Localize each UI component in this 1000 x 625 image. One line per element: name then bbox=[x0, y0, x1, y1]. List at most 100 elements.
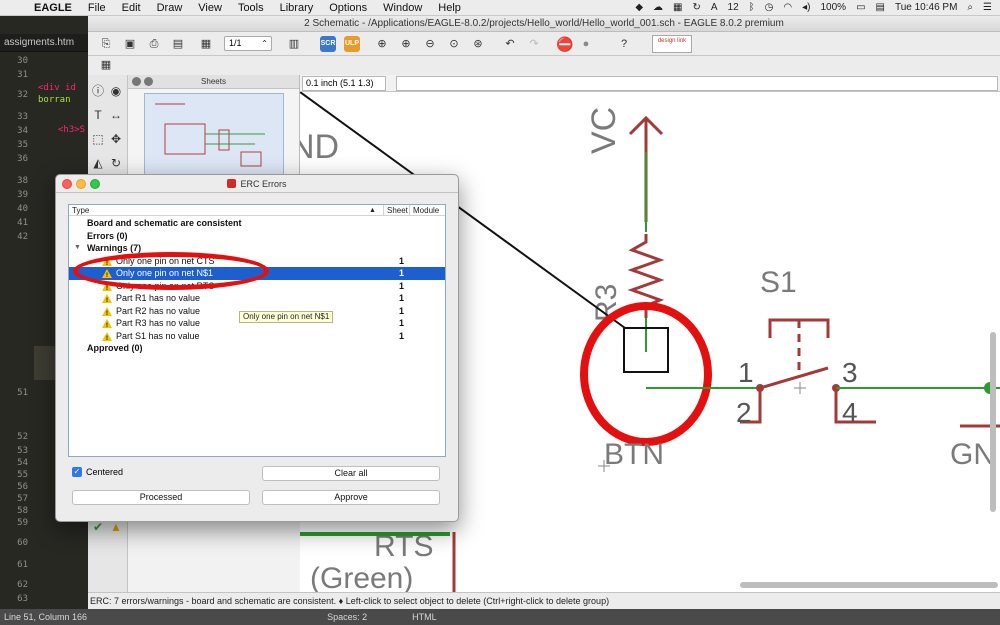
menu-help[interactable]: Help bbox=[430, 2, 469, 14]
select-icon[interactable]: ⬚ bbox=[90, 131, 106, 147]
erc-row-sheet: 1 bbox=[399, 305, 405, 316]
erc-row[interactable]: Board and schematic are consistent bbox=[69, 217, 445, 230]
close-panel-icon[interactable] bbox=[132, 77, 141, 86]
close-window-button[interactable] bbox=[62, 179, 72, 189]
approve-button[interactable]: Approve bbox=[262, 490, 440, 505]
label-nd: ND bbox=[300, 128, 339, 166]
help-icon[interactable]: ? bbox=[616, 36, 632, 52]
line-number: 57 bbox=[17, 494, 28, 504]
clock[interactable]: Tue 10:46 PM bbox=[895, 2, 957, 13]
creative-cloud-icon[interactable]: ☁ bbox=[653, 2, 663, 13]
measure-icon[interactable]: ↔ bbox=[108, 107, 124, 123]
open-icon[interactable]: ⎘ bbox=[98, 36, 114, 52]
cursor-position[interactable]: Line 51, Column 166 bbox=[4, 612, 87, 622]
syntax-mode[interactable]: HTML bbox=[412, 612, 437, 622]
board-icon[interactable]: ▤ bbox=[170, 36, 186, 52]
menu-draw[interactable]: Draw bbox=[149, 2, 191, 14]
clear-all-button[interactable]: Clear all bbox=[262, 466, 440, 481]
erc-list[interactable]: Type ▲ Sheet Module Board and schematic … bbox=[68, 204, 446, 457]
centered-checkbox[interactable]: ✓ bbox=[72, 467, 82, 477]
minimize-window-button[interactable] bbox=[76, 179, 86, 189]
battery-icon[interactable]: ▭ bbox=[856, 2, 865, 13]
rts-wire bbox=[300, 532, 450, 536]
code-line-31b[interactable]: borran bbox=[38, 95, 71, 105]
sheet-select[interactable]: 1/1 bbox=[224, 36, 272, 51]
indentation[interactable]: Spaces: 2 bbox=[327, 612, 367, 622]
flag-icon[interactable]: ▤ bbox=[876, 2, 885, 13]
battery-percent[interactable]: 100% bbox=[820, 2, 846, 13]
vertical-scrollbar[interactable] bbox=[990, 332, 996, 512]
mirror-icon[interactable]: ◭ bbox=[90, 155, 106, 171]
erc-row[interactable]: Part R1 has no value 1 bbox=[69, 292, 445, 308]
expand-triangle-icon[interactable]: ▼ bbox=[74, 242, 81, 255]
erc-row[interactable]: Approved (0) bbox=[69, 342, 445, 355]
column-module[interactable]: Module bbox=[409, 205, 439, 216]
rotate-icon[interactable]: ↻ bbox=[108, 155, 124, 171]
erc-row[interactable]: Part S1 has no value 1 bbox=[69, 330, 445, 345]
spotlight-icon[interactable]: ⌕ bbox=[967, 2, 973, 13]
redraw-icon[interactable]: ⊛ bbox=[470, 36, 486, 52]
menu-edit[interactable]: Edit bbox=[114, 2, 149, 14]
timemachine-icon[interactable]: ◷ bbox=[765, 2, 774, 13]
editor-tab[interactable]: assigments.htm bbox=[0, 34, 88, 52]
code-text: <h3>S bbox=[58, 125, 86, 135]
zoom-out-icon[interactable]: ⊖ bbox=[422, 36, 438, 52]
zoom-fit-icon[interactable]: ⊕ bbox=[374, 36, 390, 52]
column-type[interactable]: Type bbox=[72, 205, 89, 216]
bluetooth-icon[interactable]: ᛒ bbox=[749, 2, 755, 13]
notification-center-icon[interactable]: ☰ bbox=[983, 2, 992, 13]
line-number-gutter: 30 31 32 33 34 35 36 38 39 40 41 42 51 52 53 54 55 56 57 58… bbox=[0, 54, 34, 609]
line-number: 55 bbox=[17, 470, 28, 480]
grid-icon[interactable]: ▦ bbox=[673, 2, 682, 13]
horizontal-scrollbar[interactable] bbox=[740, 582, 998, 588]
centered-option[interactable]: ✓ Centered bbox=[72, 467, 123, 477]
script-icon[interactable]: SCR bbox=[320, 36, 336, 52]
erc-row[interactable]: Errors (0) bbox=[69, 230, 445, 243]
eye-icon[interactable]: ◉ bbox=[108, 83, 124, 99]
menu-library[interactable]: Library bbox=[272, 2, 322, 14]
adobe-icon[interactable]: ◆ bbox=[635, 2, 643, 13]
layers-icon[interactable]: ▥ bbox=[286, 36, 302, 52]
notification-count[interactable]: 12 bbox=[728, 2, 739, 13]
zoom-in-icon[interactable]: ⊕ bbox=[398, 36, 414, 52]
sync-icon[interactable]: ↻ bbox=[692, 2, 700, 13]
pin-2: 2 bbox=[736, 397, 752, 428]
menu-tools[interactable]: Tools bbox=[230, 2, 272, 14]
info-icon[interactable]: ⓘ bbox=[90, 83, 106, 99]
erc-row-label: Part R3 has no value bbox=[116, 318, 201, 328]
sheet-icon[interactable]: ▦ bbox=[198, 36, 214, 52]
move-icon[interactable]: ✥ bbox=[108, 131, 124, 147]
save-icon[interactable]: ▣ bbox=[122, 36, 138, 52]
list-header: Type ▲ Sheet Module bbox=[69, 205, 445, 216]
code-line-31[interactable]: <div id bbox=[38, 83, 76, 93]
menu-window[interactable]: Window bbox=[375, 2, 430, 14]
grid-toolbar-icon[interactable]: ▦ bbox=[98, 57, 114, 73]
volume-icon[interactable]: ◂) bbox=[802, 2, 810, 13]
menu-file[interactable]: File bbox=[80, 2, 114, 14]
annotation-ellipse bbox=[73, 252, 269, 290]
stop-icon[interactable]: ⛔ bbox=[556, 36, 573, 52]
zoom-window-button[interactable] bbox=[90, 179, 100, 189]
design-link-button[interactable]: design link bbox=[652, 35, 692, 53]
label-green: (Green) bbox=[310, 562, 413, 592]
redo-icon[interactable]: ↷ bbox=[526, 36, 542, 52]
ulp-icon[interactable]: ULP bbox=[344, 36, 360, 52]
column-sheet[interactable]: Sheet bbox=[383, 205, 408, 216]
undo-icon[interactable]: ↶ bbox=[502, 36, 518, 52]
processed-button[interactable]: Processed bbox=[72, 490, 250, 505]
adobe-a-icon[interactable]: A bbox=[711, 2, 718, 13]
command-line-input[interactable] bbox=[396, 76, 998, 91]
float-panel-icon[interactable] bbox=[144, 77, 153, 86]
menu-view[interactable]: View bbox=[190, 2, 230, 14]
erc-row[interactable]: ▼ Warnings (7) bbox=[69, 242, 445, 255]
menu-app-eagle[interactable]: EAGLE bbox=[26, 2, 80, 14]
print-icon[interactable]: ⎙ bbox=[146, 36, 162, 52]
line-number: 33 bbox=[17, 112, 28, 122]
warning-icon bbox=[102, 319, 112, 333]
zoom-select-icon[interactable]: ⊙ bbox=[446, 36, 462, 52]
text-icon[interactable]: T bbox=[90, 107, 106, 123]
code-line-34[interactable]: <h3>S bbox=[58, 125, 85, 135]
wifi-icon[interactable]: ◠ bbox=[783, 2, 792, 13]
menu-options[interactable]: Options bbox=[321, 2, 375, 14]
go-icon[interactable]: ● bbox=[578, 36, 594, 52]
